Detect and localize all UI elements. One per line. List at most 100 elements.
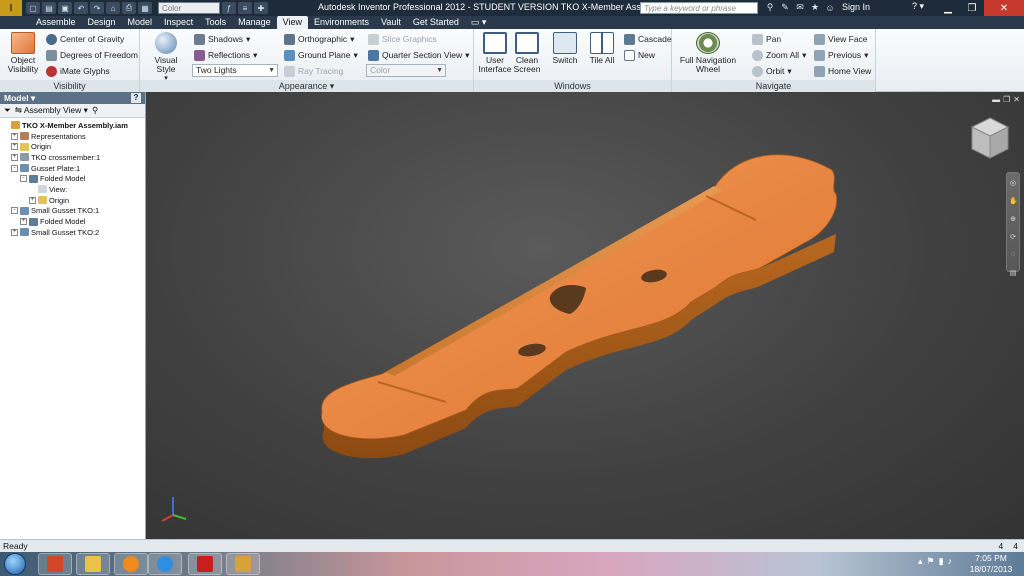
tab-model[interactable]: Model [122,16,159,29]
redo-icon[interactable]: ↷ [90,2,104,14]
tab-environments[interactable]: Environments [308,16,375,29]
tree-node[interactable]: + Representations [2,131,145,142]
tab-vault[interactable]: Vault [375,16,407,29]
print-icon[interactable]: ⎙ [122,2,136,14]
color-override-select[interactable]: Color ▼ [366,64,446,77]
browser-help-icon[interactable]: ? [131,93,141,103]
tree-node[interactable]: + TKO crossmember:1 [2,152,145,163]
collapse-icon[interactable]: - [20,175,27,183]
previous-view-button[interactable]: Previous ▾ [814,48,868,62]
expand-icon[interactable]: + [11,143,18,151]
steering-wheel-icon[interactable]: ◎ [1009,179,1017,191]
tree-node[interactable]: + Folded Model [2,216,145,227]
restore-icon[interactable]: ❐ [960,0,984,16]
collapse-icon[interactable]: - [11,207,18,215]
tab-manage[interactable]: Manage [232,16,277,29]
expand-icon[interactable]: + [11,228,18,236]
zoom-all-button[interactable]: Zoom All ▾ [752,48,806,62]
view-face-button[interactable]: View Face [814,32,868,46]
pan-icon[interactable]: ✋ [1009,197,1018,209]
orthographic-button[interactable]: Orthographic ▾ [284,32,354,46]
undo-icon[interactable]: ↶ [74,2,88,14]
clean-screen-button[interactable]: Clean Screen [512,32,542,74]
sign-in-link[interactable]: Sign In [842,2,870,12]
volume-icon[interactable]: ♪ [948,556,953,567]
wrench-icon[interactable]: ✎ [779,1,791,14]
tree-node[interactable]: - Small Gusset TKO:1 [2,206,145,217]
taskbar-explorer[interactable] [76,553,110,575]
collapse-icon[interactable]: - [11,164,18,172]
taskbar-media-player[interactable] [114,553,148,575]
look-at-icon[interactable]: ◌ [1009,251,1017,263]
expand-icon[interactable]: + [20,218,27,226]
adjust-icon[interactable]: ✚ [254,2,268,14]
save-icon[interactable]: ▣ [58,2,72,14]
tree-node[interactable]: + Origin [2,141,145,152]
center-of-gravity-button[interactable]: Center of Gravity [46,32,124,46]
tab-inspect[interactable]: Inspect [158,16,199,29]
binoculars-icon[interactable]: ⚲ [764,1,776,14]
tree-node[interactable]: TKO X-Member Assembly.iam [2,120,145,131]
browser-title[interactable]: Model [4,93,29,103]
filter-icon[interactable]: ⏷ [4,105,11,116]
communication-icon[interactable]: ✉ [794,1,806,14]
tree-node[interactable]: + Origin [2,195,145,206]
home-icon[interactable]: ⌂ [106,2,120,14]
tab-view[interactable]: View [276,16,308,29]
tree-node[interactable]: - Folded Model [2,173,145,184]
expand-icon[interactable]: + [11,153,18,161]
help-search-input[interactable]: Type a keyword or phrase [640,2,758,14]
taskbar-internet-explorer[interactable] [148,553,182,575]
object-visibility-button[interactable]: Object Visibility [4,32,42,74]
taskbar-inventor[interactable] [226,553,260,575]
slice-graphics-button[interactable]: Slice Graphics [368,32,437,46]
taskbar-powerpoint[interactable] [38,553,72,575]
tree-node[interactable]: + Small Gusset TKO:2 [2,227,145,238]
assembly-view-dropdown[interactable]: ⇋ Assembly View ▾ [15,105,88,116]
tree-node[interactable]: - Gusset Plate:1 [2,163,145,174]
function-icon[interactable]: ƒ [222,2,236,14]
tile-all-button[interactable]: Tile All [586,32,618,65]
lighting-style-select[interactable]: Two Lights ▼ [192,64,278,77]
shadows-button[interactable]: Shadows ▾ [194,32,250,46]
full-navigation-wheel-button[interactable]: Full Navigation Wheel [676,32,740,74]
new-file-icon[interactable]: ▢ [26,2,40,14]
visual-style-button[interactable]: Visual Style ▾ [144,32,188,83]
pan-button[interactable]: Pan [752,32,781,46]
taskbar-clock[interactable]: 7:05 PM 18/07/2013 [964,553,1018,575]
favorites-star-icon[interactable]: ★ [809,1,821,14]
ground-plane-button[interactable]: Ground Plane ▾ [284,48,358,62]
viewcube[interactable] [970,116,1010,160]
orbit-nav-icon[interactable]: ⟳ [1009,233,1017,245]
orbit-button[interactable]: Orbit ▾ [752,64,792,78]
expand-icon[interactable]: + [29,196,36,204]
ribbon-options-icon[interactable]: ▭ ▾ [465,16,493,29]
tree-node[interactable]: View: [2,184,145,195]
select-icon[interactable]: ▦ [138,2,152,14]
tab-assemble[interactable]: Assemble [30,16,82,29]
new-window-button[interactable]: New [624,48,655,62]
ray-tracing-button[interactable]: Ray Tracing [284,64,343,78]
imate-glyphs-button[interactable]: iMate Glyphs [46,64,110,78]
action-center-flag-icon[interactable]: ⚑ [927,556,935,567]
tray-expand-icon[interactable]: ▴ [918,556,923,567]
line-weight-icon[interactable]: ≡ [238,2,252,14]
user-interface-button[interactable]: User Interface [478,32,512,74]
navbar-options-icon[interactable]: ▤ [1009,269,1017,281]
reflections-button[interactable]: Reflections ▾ [194,48,257,62]
switch-window-button[interactable]: Switch [550,32,580,65]
help-icon[interactable]: ? ▾ [912,1,938,14]
color-override-combo[interactable]: Color [158,2,220,14]
application-menu-button[interactable]: I [0,0,22,16]
zoom-icon[interactable]: ⊕ [1009,215,1017,227]
taskbar-acrobat[interactable] [188,553,222,575]
tab-tools[interactable]: Tools [199,16,232,29]
start-button[interactable] [4,553,26,575]
tab-design[interactable]: Design [82,16,122,29]
gusset-plate-model[interactable] [146,92,1024,539]
open-file-icon[interactable]: ▤ [42,2,56,14]
close-icon[interactable]: ✕ [984,0,1024,16]
home-view-button[interactable]: Home View [814,64,871,78]
network-icon[interactable]: ▮ [939,556,944,567]
quarter-section-view-button[interactable]: Quarter Section View ▾ [368,48,469,62]
